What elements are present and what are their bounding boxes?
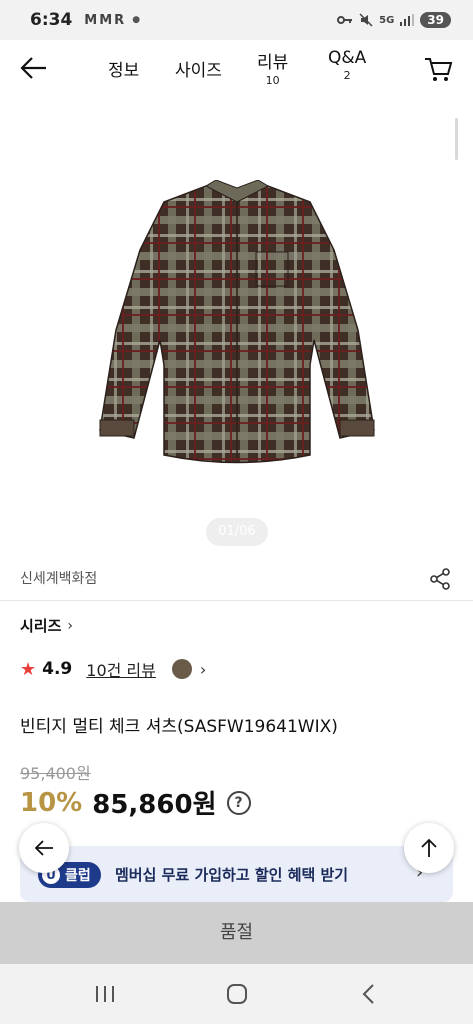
recent-apps-icon[interactable]: [92, 982, 118, 1006]
series-link[interactable]: 시리즈 ›: [20, 615, 73, 636]
chevron-right-icon[interactable]: ›: [200, 660, 206, 679]
membership-banner[interactable]: U 클럽 멤버십 무료 가입하고 할인 혜택 받기 ›: [20, 846, 453, 902]
review-photo-thumbnail[interactable]: [171, 659, 192, 679]
floating-back-button[interactable]: [19, 823, 69, 873]
sale-price: 85,860원: [92, 790, 217, 820]
tab-review-label: 리뷰: [257, 53, 289, 73]
more-dot-icon: ●: [132, 15, 141, 25]
status-right: 5G 39: [337, 12, 451, 28]
brand-name[interactable]: 신세계백화점: [20, 568, 97, 588]
discount-rate: 10%: [20, 787, 83, 818]
review-count-link[interactable]: 10건 리뷰: [86, 657, 156, 681]
status-time: 6:34: [30, 10, 73, 30]
tab-info-label: 정보: [108, 61, 140, 81]
home-icon[interactable]: [224, 982, 250, 1006]
status-bar: 6:34 M M R ● 5G 39: [0, 0, 473, 40]
series-label: 시리즈: [20, 617, 62, 635]
share-icon[interactable]: [428, 567, 452, 591]
network-label: 5G: [379, 14, 395, 26]
product-nav-header: 정보 사이즈 리뷰 10 Q&A 2: [0, 40, 473, 96]
banner-text: 멤버십 무료 가입하고 할인 혜택 받기: [115, 866, 349, 884]
rating-row: ★ 4.9 10건 리뷰 ›: [20, 657, 206, 681]
scroll-to-top-button[interactable]: [404, 823, 454, 873]
tab-qna-count: 2: [343, 69, 351, 82]
tab-qna[interactable]: Q&A 2: [328, 48, 366, 82]
back-arrow-icon: [34, 840, 53, 856]
uclub-label: 클럽: [65, 868, 91, 884]
tab-size-label: 사이즈: [175, 61, 222, 81]
product-image: [99, 180, 375, 464]
signal-icon: [400, 14, 415, 26]
arrow-up-icon: [421, 838, 437, 857]
back-icon[interactable]: [356, 982, 382, 1006]
star-icon: ★: [20, 658, 37, 680]
product-name: 빈티지 멀티 체크 셔츠(SASFW19641WIX): [20, 717, 338, 737]
product-image-gallery[interactable]: 01/06: [0, 96, 473, 554]
mute-icon: [359, 13, 373, 27]
scroll-indicator: [455, 118, 458, 160]
tab-qna-label: Q&A: [328, 48, 367, 68]
cart-icon[interactable]: [422, 52, 454, 84]
key-icon: [337, 16, 353, 24]
price-row: 10% 85,860원 ?: [20, 784, 251, 821]
notification-icons: M M R ●: [84, 13, 140, 28]
soldout-button[interactable]: 품절: [0, 902, 473, 964]
tab-review-count: 10: [265, 74, 280, 87]
tab-review[interactable]: 리뷰 10: [257, 48, 288, 87]
original-price: 95,400원: [20, 764, 91, 783]
gmail-icon: M: [99, 12, 113, 28]
system-navigation-bar: [0, 964, 473, 1024]
app-icon: R: [114, 12, 125, 28]
gallery-page-indicator: 01/06: [206, 518, 268, 546]
gmail-icon: M: [84, 12, 98, 28]
chevron-right-icon: ›: [67, 617, 74, 634]
back-arrow-icon[interactable]: [18, 52, 50, 84]
battery-icon: 39: [420, 12, 451, 28]
help-icon[interactable]: ?: [226, 790, 251, 815]
tab-size[interactable]: 사이즈: [175, 56, 222, 81]
brand-row: 신세계백화점: [0, 556, 473, 601]
rating-value: 4.9: [42, 659, 73, 679]
tab-info[interactable]: 정보: [108, 56, 139, 81]
